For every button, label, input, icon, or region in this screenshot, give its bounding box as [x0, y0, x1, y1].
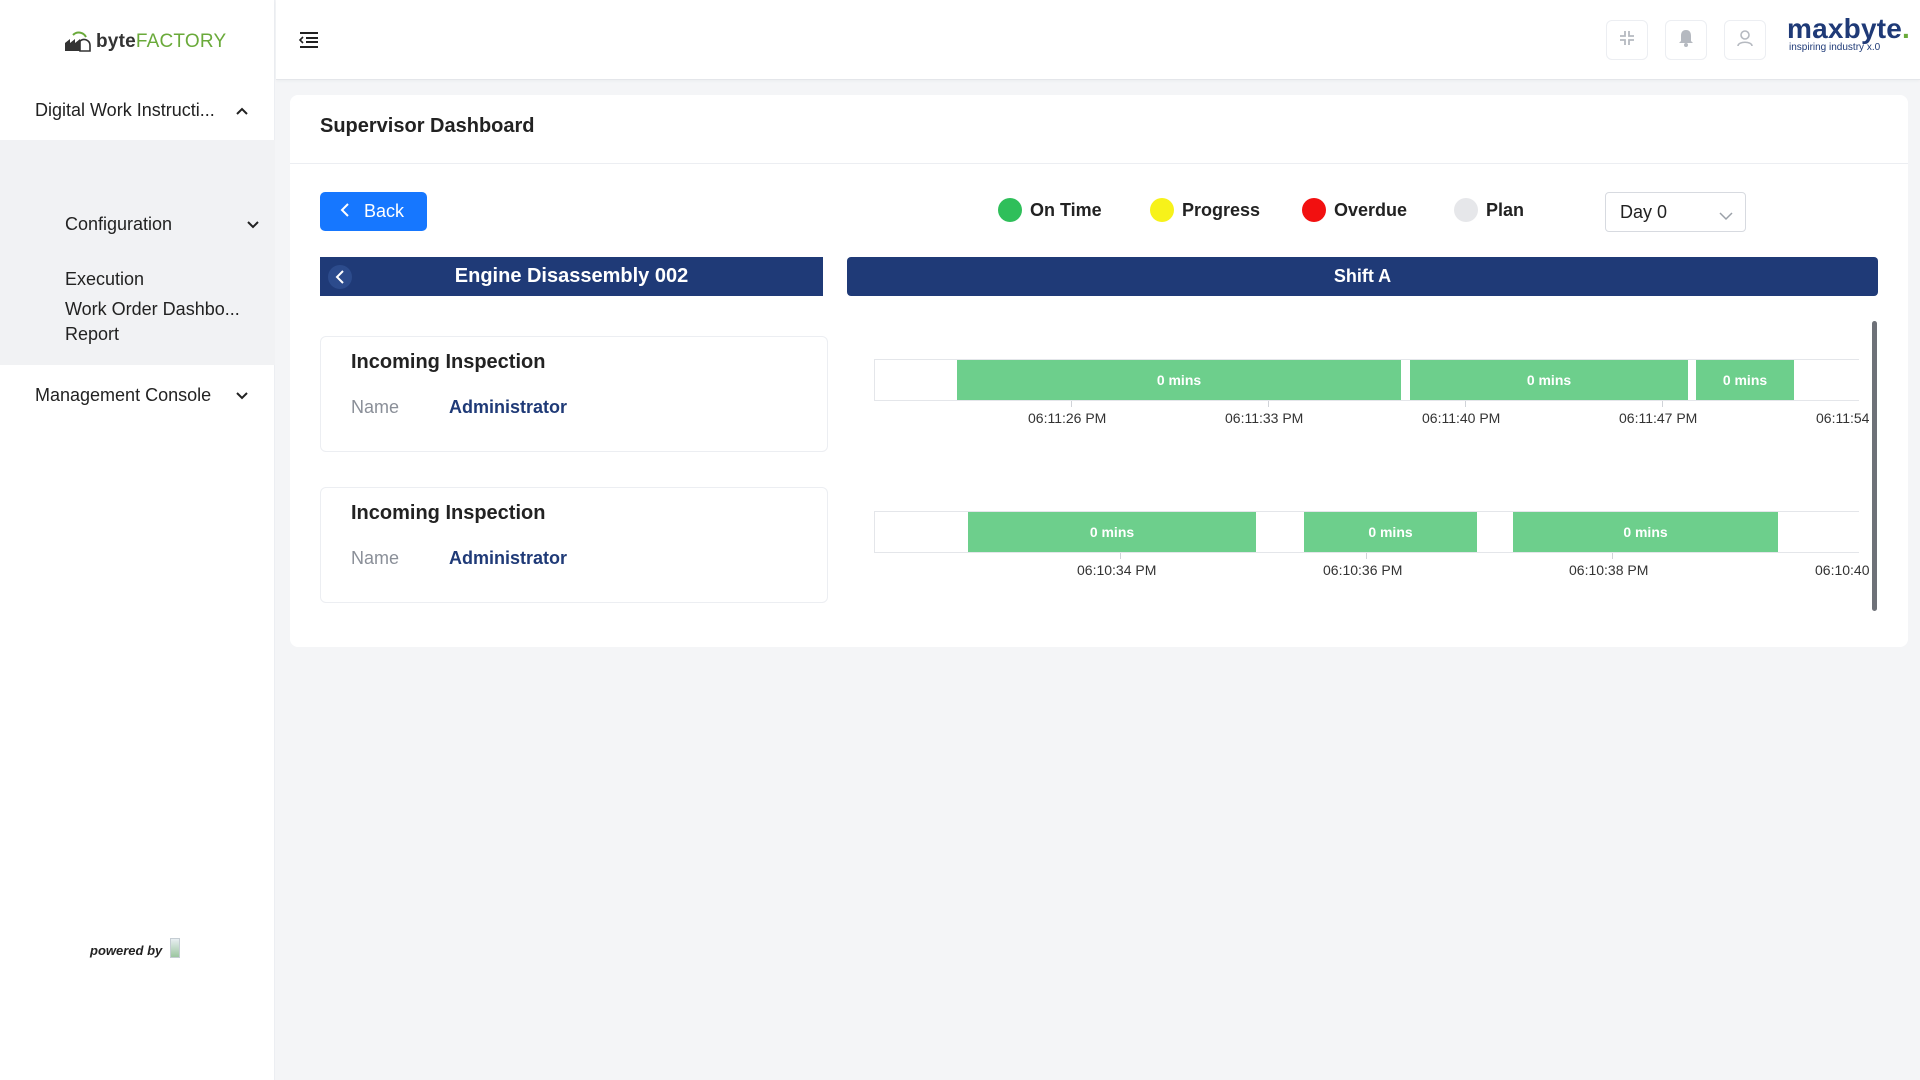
operation-name-value: Administrator	[449, 397, 568, 417]
tick-label: 06:11:54 PM	[1816, 410, 1874, 426]
sidebar-item-label: Report	[65, 323, 120, 344]
user-icon	[1735, 28, 1755, 53]
tick-mark	[1071, 401, 1072, 407]
tick-mark	[1366, 553, 1367, 559]
timeline-axis: 06:11:26 PM 06:11:33 PM 06:11:40 PM 06:1…	[874, 401, 1874, 431]
chevron-up-icon	[235, 102, 249, 123]
operation-name-value: Administrator	[449, 548, 568, 568]
operation-card[interactable]: Incoming Inspection Name Administrator	[320, 487, 828, 603]
sidebar-item-label: Execution	[65, 268, 145, 289]
plan-dot-icon	[1454, 198, 1478, 222]
nav-group-label: Management Console	[35, 384, 212, 405]
legend-on-time: On Time	[998, 198, 1102, 222]
brand-dot: .	[1902, 13, 1910, 44]
day-select[interactable]: Day 0	[1605, 192, 1746, 232]
tick-label: 06:10:40 PM	[1815, 562, 1874, 578]
operation-name-label: Name	[351, 548, 400, 568]
powered-by-text: powered by	[90, 943, 163, 958]
legend-overdue: Overdue	[1302, 198, 1407, 222]
menu-toggle-icon[interactable]	[298, 30, 320, 50]
nav-group-management-console[interactable]: Management Console	[0, 365, 275, 425]
brand-logo: maxbyte. inspiring industry x.0	[1787, 13, 1910, 54]
work-order-bar: Engine Disassembly 002	[320, 257, 823, 296]
work-order-title: Engine Disassembly 002	[454, 265, 689, 287]
tick-label: 06:11:26 PM	[1028, 410, 1107, 426]
legend-label: Progress	[1182, 199, 1261, 220]
factory-icon	[62, 29, 92, 55]
tick-label: 06:11:47 PM	[1619, 410, 1698, 426]
timeline-segment[interactable]: 0 mins	[1696, 360, 1794, 400]
sidebar: byteFACTORY Digital Work Instructi... Wo…	[0, 0, 275, 1080]
segment-label: 0 mins	[1089, 524, 1135, 540]
app-logo: byteFACTORY	[62, 22, 226, 62]
tick-mark	[1268, 401, 1269, 407]
collapse-button[interactable]	[1606, 20, 1648, 60]
operation-title: Incoming Inspection	[351, 502, 546, 524]
operation-card[interactable]: Incoming Inspection Name Administrator	[320, 336, 828, 452]
back-label: Back	[364, 201, 405, 221]
legend-progress: Progress	[1150, 198, 1260, 222]
timeline-segment[interactable]: 0 mins	[968, 512, 1256, 552]
brand-name: maxbyte	[1787, 13, 1903, 44]
segment-label: 0 mins	[1623, 524, 1668, 540]
operation-name-label: Name	[351, 397, 400, 417]
chevron-down-icon	[246, 216, 260, 237]
page-title: Supervisor Dashboard	[320, 115, 535, 137]
chevron-down-icon	[235, 387, 249, 408]
vertical-scrollbar[interactable]	[1872, 321, 1877, 611]
shift-bar: Shift A	[847, 257, 1878, 296]
tick-mark	[1465, 401, 1466, 407]
legend-plan: Plan	[1454, 198, 1524, 222]
tick-label: 06:10:38 PM	[1569, 562, 1649, 578]
timeline-segment[interactable]: 0 mins	[1304, 512, 1477, 552]
nav-group-digital-work-instructions[interactable]: Digital Work Instructi...	[0, 80, 275, 140]
top-bar: maxbyte. inspiring industry x.0	[276, 0, 1920, 80]
tick-mark	[1120, 553, 1121, 559]
segment-label: 0 mins	[1156, 372, 1202, 388]
tick-mark	[1612, 553, 1613, 559]
legend-label: Plan	[1486, 199, 1525, 220]
bell-icon	[1677, 28, 1695, 53]
tick-mark	[1662, 401, 1663, 407]
tick-label: 06:10:34 PM	[1077, 562, 1157, 578]
partner-logo-icon	[170, 938, 181, 958]
sidebar-item-execution[interactable]: Execution	[65, 259, 265, 299]
timeline-row: 0 mins 0 mins 0 mins	[874, 511, 1859, 553]
timeline-segment[interactable]: 0 mins	[1410, 360, 1688, 400]
notifications-button[interactable]	[1665, 20, 1707, 60]
tick-label: 06:11:40 PM	[1422, 410, 1501, 426]
powered-by: powered by	[90, 938, 181, 958]
user-button[interactable]	[1724, 20, 1766, 60]
segment-label: 0 mins	[1368, 524, 1413, 540]
segment-label: 0 mins	[1526, 372, 1572, 388]
back-button[interactable]: Back	[320, 192, 427, 231]
operation-title: Incoming Inspection	[351, 351, 546, 373]
legend-label: Overdue	[1334, 199, 1408, 220]
sidebar-item-label: Configuration	[65, 213, 173, 234]
segment-label: 0 mins	[1722, 372, 1768, 388]
legend-label: On Time	[1030, 199, 1102, 220]
divider	[290, 163, 1908, 164]
day-select-value: Day 0	[1620, 201, 1668, 222]
overdue-dot-icon	[1302, 198, 1326, 222]
timeline-segment[interactable]: 0 mins	[957, 360, 1401, 400]
tick-label: 06:10:36 PM	[1323, 562, 1403, 578]
collapse-icon	[1618, 29, 1636, 52]
logo-text-bold: byte	[96, 31, 136, 52]
logo-text-light: FACTORY	[135, 31, 227, 52]
timeline-segment[interactable]: 0 mins	[1513, 512, 1778, 552]
sidebar-item-configuration[interactable]: Configuration	[65, 204, 265, 244]
chevron-down-icon	[1719, 206, 1733, 227]
on-time-dot-icon	[998, 198, 1022, 222]
tick-label: 06:11:33 PM	[1225, 410, 1304, 426]
timeline-row: 0 mins 0 mins 0 mins	[874, 359, 1859, 401]
nav-group-label: Digital Work Instructi...	[35, 99, 215, 120]
chevron-left-icon	[340, 201, 350, 222]
chevron-left-icon[interactable]	[328, 265, 352, 289]
progress-dot-icon	[1150, 198, 1174, 222]
dashboard-card: Supervisor Dashboard Back On Time Progre…	[290, 95, 1908, 647]
shift-title: Shift A	[1333, 266, 1392, 286]
timeline-axis: 06:10:34 PM 06:10:36 PM 06:10:38 PM 06:1…	[874, 553, 1874, 583]
sidebar-item-report[interactable]: Report	[65, 314, 265, 354]
